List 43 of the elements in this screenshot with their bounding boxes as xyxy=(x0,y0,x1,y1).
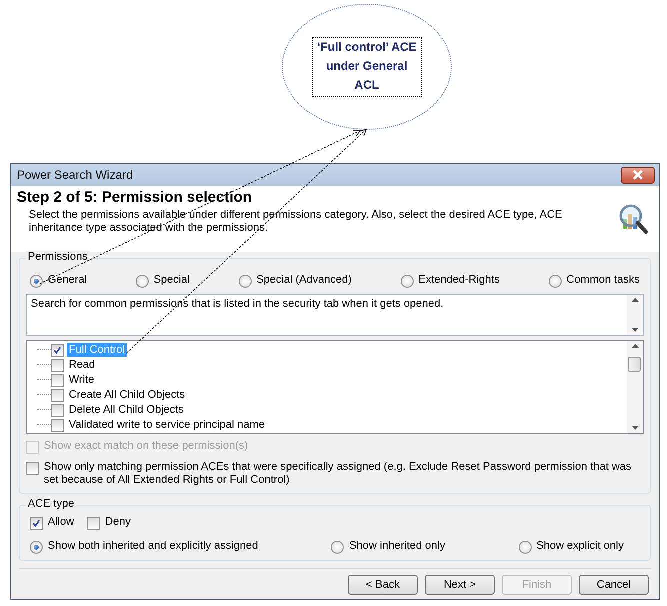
wizard-button[interactable]: Cancel xyxy=(579,575,649,595)
ace-type-checkbox[interactable]: Allow xyxy=(30,516,74,530)
permission-checkbox[interactable] xyxy=(51,418,64,432)
scroll-down-icon[interactable] xyxy=(632,328,638,332)
check-icon xyxy=(52,344,63,356)
category-radio[interactable]: Extended-Rights xyxy=(400,274,500,288)
scrollbar[interactable] xyxy=(627,295,643,335)
permission-item[interactable]: Write xyxy=(67,372,96,386)
permission-checkbox[interactable] xyxy=(51,358,64,372)
close-icon xyxy=(632,170,644,180)
permission-checkbox[interactable] xyxy=(51,372,64,386)
close-button[interactable] xyxy=(621,166,655,184)
scroll-up-icon[interactable] xyxy=(632,344,638,348)
step-title: Step 2 of 5: Permission selection xyxy=(17,189,254,206)
permission-checkbox[interactable] xyxy=(51,402,64,416)
inheritance-radio[interactable]: Show explicit only xyxy=(518,540,624,554)
scroll-thumb[interactable] xyxy=(628,357,641,372)
ace-type-checkbox[interactable]: Deny xyxy=(87,516,131,530)
callout-text: ‘Full control’ ACE under General ACL xyxy=(312,37,422,97)
category-radio[interactable]: Special xyxy=(136,274,190,288)
category-radio[interactable]: General xyxy=(30,274,88,288)
scroll-down-icon[interactable] xyxy=(632,426,638,430)
category-description: Search for common permissions that is listed in the security tab when it gets opened. xyxy=(30,297,445,312)
permission-checkbox[interactable] xyxy=(51,388,64,402)
inheritance-radio[interactable]: Show both inherited and explicitly assigned xyxy=(30,540,258,554)
wizard-button[interactable]: Next > xyxy=(425,575,495,595)
permission-item[interactable]: Read xyxy=(67,358,98,372)
permission-item[interactable]: Delete All Child Objects xyxy=(67,402,186,416)
check-icon xyxy=(31,518,42,529)
permission-item[interactable]: Validated write to service principal name xyxy=(67,418,268,432)
magnifier-icon xyxy=(619,203,649,235)
wizard-button[interactable]: < Back xyxy=(348,575,418,595)
inheritance-radio[interactable]: Show inherited only xyxy=(331,540,446,554)
scroll-up-icon[interactable] xyxy=(632,298,638,302)
window-title: Power Search Wizard xyxy=(17,168,134,182)
category-radio[interactable]: Special (Advanced) xyxy=(238,274,352,288)
group-label: Permissions xyxy=(26,251,90,263)
permission-checkbox[interactable] xyxy=(51,342,64,356)
specific-only-checkbox[interactable]: Show only matching permission ACEs that were specifically assigned (e.g. Exclude Reset Password permission that was set because of All Extended Rights or Full Control) xyxy=(26,461,644,487)
scrollbar[interactable] xyxy=(627,341,643,433)
category-radio[interactable]: Common tasks xyxy=(548,274,640,288)
group-label: ACE type xyxy=(26,498,76,510)
permission-item[interactable]: Create All Child Objects xyxy=(67,388,188,402)
